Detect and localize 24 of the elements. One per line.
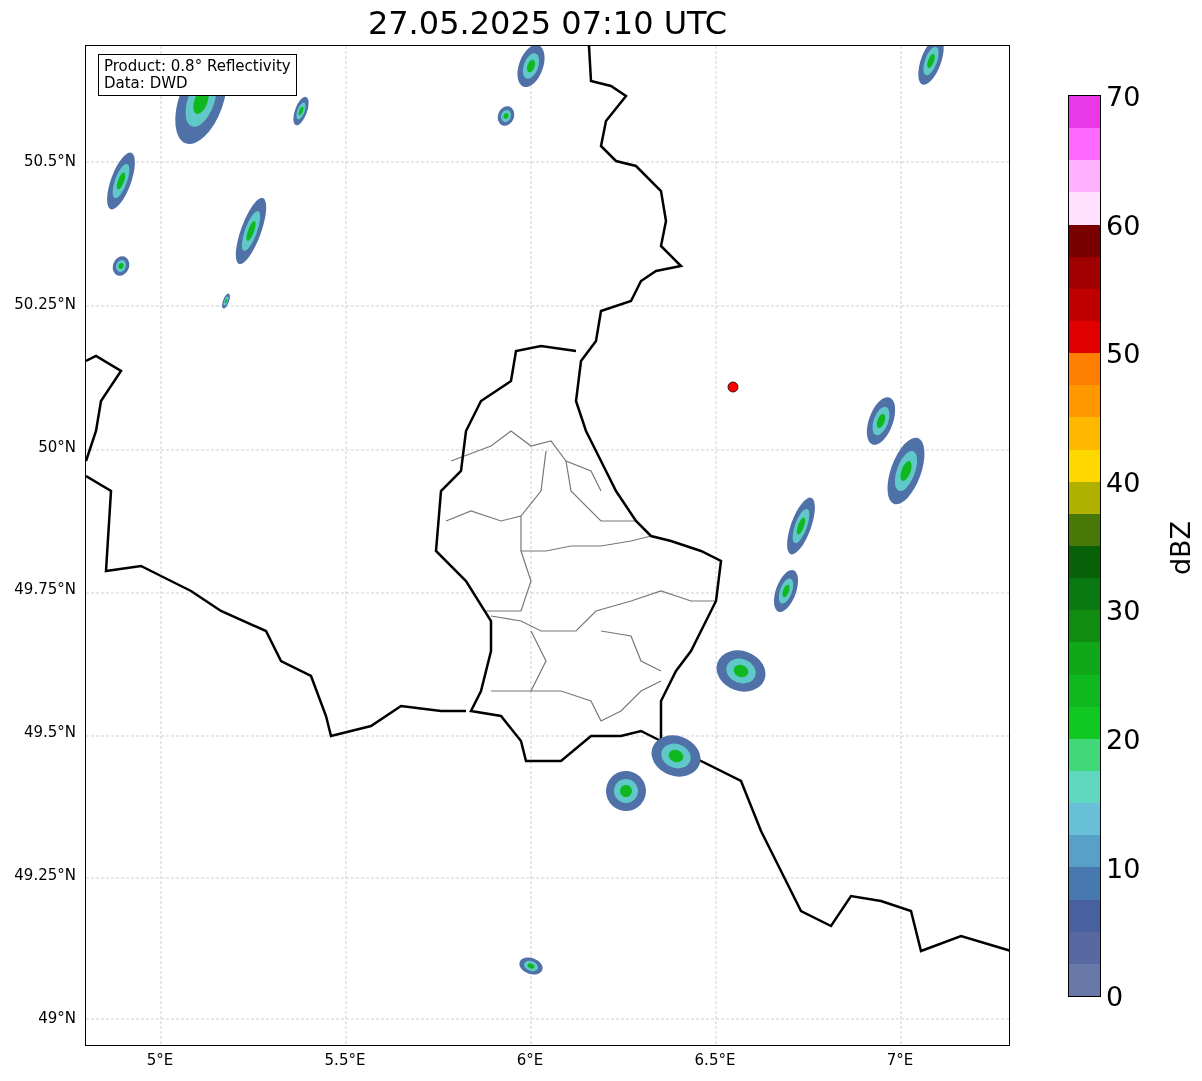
axis-tick-label: 5°E xyxy=(146,1051,174,1069)
axis-tick-label: 50.25°N xyxy=(14,294,76,313)
colorbar-label: dBZ xyxy=(1164,520,1196,576)
axis-tick-label: 6.5°E xyxy=(694,1051,736,1069)
axis-tick-label: 49.25°N xyxy=(14,866,76,884)
colorbar-tick-label: 40 xyxy=(1106,466,1141,498)
colorbar-tick-label: 0 xyxy=(1106,980,1124,1012)
colorbar-tick-label: 50 xyxy=(1106,337,1141,369)
axis-tick-label: 49.75°N xyxy=(14,580,76,599)
chart-title: 27.05.2025 07:10 UTC xyxy=(367,4,728,42)
colorbar-tick-label: 70 xyxy=(1106,80,1141,112)
legend-text: Product: 0.8° Reflectivity xyxy=(104,58,291,75)
axis-tick-label: 7°E xyxy=(886,1051,914,1069)
colorbar-tick-label: 60 xyxy=(1106,209,1141,241)
axis-tick-label: 49.5°N xyxy=(23,723,76,742)
colorbar-tick-label: 10 xyxy=(1106,852,1141,884)
legend-text: Data: DWD xyxy=(104,75,189,92)
axis-tick-label: 50.5°N xyxy=(23,152,76,170)
axis-tick-label: 50°N xyxy=(38,437,76,456)
axis-tick-label: 49°N xyxy=(38,1008,76,1027)
axis-tick-label: 6°E xyxy=(516,1051,544,1069)
colorbar-tick-label: 20 xyxy=(1106,723,1141,755)
axis-tick-label: 5.5°E xyxy=(324,1051,366,1069)
colorbar-tick-label: 30 xyxy=(1106,594,1141,626)
